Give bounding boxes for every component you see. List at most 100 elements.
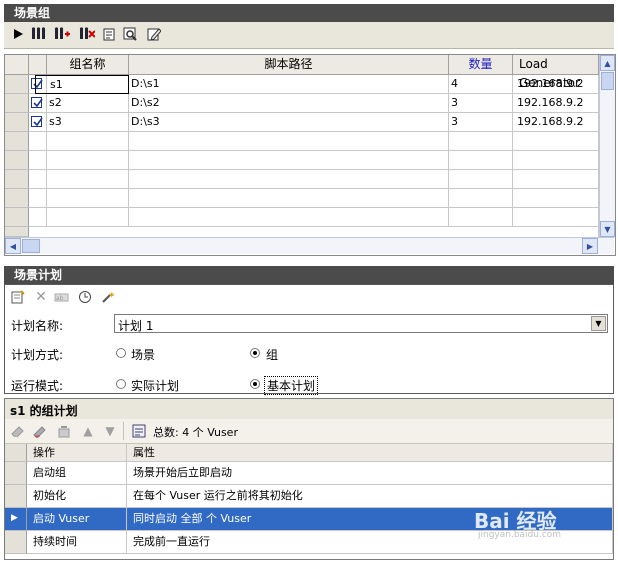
plan-name-value: 计划 1 — [118, 319, 154, 333]
empty-cell — [47, 151, 129, 170]
script-path-cell[interactable]: D:\s3 — [129, 113, 449, 132]
row-pointer-icon: ▶ — [11, 513, 18, 523]
run-mode-basic-label[interactable]: 基本计划 — [264, 376, 319, 395]
delete-action-icon[interactable] — [56, 423, 72, 439]
remove-group-icon[interactable] — [79, 26, 95, 42]
vertical-scrollbar[interactable]: ▲ ▼ — [599, 55, 615, 237]
plan-name-select[interactable]: 计划 1 ▼ — [114, 314, 608, 333]
action-cell[interactable]: 启动组 — [27, 462, 127, 485]
plan-mode-scene-radio[interactable] — [116, 348, 126, 358]
add-group-icon[interactable] — [54, 26, 70, 42]
vuser-count-icon — [131, 423, 147, 439]
col-load-generator[interactable]: Load Generator — [513, 55, 599, 90]
row-header-selected[interactable]: ▶ — [5, 508, 27, 531]
col-group-name[interactable]: 组名称 — [47, 55, 129, 75]
col-script-path[interactable]: 脚本路径 — [129, 55, 449, 75]
scroll-left-icon[interactable]: ◀ — [5, 238, 21, 254]
scenario-groups-toolbar — [4, 22, 614, 49]
row-header — [5, 151, 29, 170]
empty-cell — [513, 170, 599, 189]
col-property[interactable]: 属性 — [127, 444, 613, 462]
empty-cell — [29, 227, 599, 237]
row-header — [5, 170, 29, 189]
move-down-icon[interactable]: ▼ — [102, 423, 118, 439]
row-header[interactable] — [5, 531, 27, 554]
toolbar-divider — [123, 422, 124, 440]
group-schedule-header: s1 的组计划 — [5, 399, 613, 420]
scroll-thumb[interactable] — [601, 72, 614, 90]
schedule-wizard-icon[interactable]: ✶ — [100, 289, 116, 305]
empty-cell — [449, 189, 513, 208]
load-generator-cell[interactable]: 192.168.9.2 — [513, 75, 599, 94]
col-quantity[interactable]: 数量 — [449, 55, 513, 75]
svg-text:✶: ✶ — [108, 291, 116, 301]
scenario-schedule-panel: ✕ ab ✶ 计划名称: 计划 1 ▼ 计划方式: 场景 组 运行模式: 实际计… — [4, 284, 614, 395]
group-name-cell[interactable]: s3 — [35, 113, 129, 132]
group-schedule-title: s1 的组计划 — [10, 404, 78, 418]
quantity-cell[interactable]: 3 — [449, 94, 513, 113]
run-mode-actual-label[interactable]: 实际计划 — [131, 377, 179, 394]
edit-action-icon[interactable] — [32, 423, 48, 439]
chevron-down-icon[interactable]: ▼ — [591, 316, 606, 331]
run-icon[interactable] — [10, 26, 26, 42]
empty-cell — [47, 208, 129, 227]
run-mode-label: 运行模式: — [11, 379, 64, 393]
plan-mode-group-radio[interactable] — [250, 348, 260, 358]
empty-cell — [29, 170, 47, 189]
load-generator-cell[interactable]: 192.168.9.2 — [513, 94, 599, 113]
empty-cell — [449, 132, 513, 151]
action-cell-selected[interactable]: 启动 Vuser — [27, 508, 127, 531]
quantity-cell[interactable]: 4 — [449, 75, 513, 94]
plan-name-label: 计划名称: — [11, 319, 64, 333]
view-script-icon[interactable] — [122, 26, 138, 42]
property-cell[interactable]: 场景开始后立即启动 — [127, 462, 613, 485]
script-path-cell[interactable]: D:\s1 — [129, 75, 449, 94]
empty-cell — [29, 151, 47, 170]
run-mode-basic-radio[interactable] — [250, 379, 260, 389]
scroll-down-icon[interactable]: ▼ — [600, 221, 615, 237]
group-name-cell[interactable]: s1 — [35, 75, 129, 94]
empty-cell — [47, 132, 129, 151]
scroll-thumb[interactable] — [22, 239, 40, 253]
load-generator-cell[interactable]: 192.168.9.2 — [513, 113, 599, 132]
empty-cell — [129, 170, 449, 189]
scroll-right-icon[interactable]: ▶ — [582, 238, 598, 254]
scenario-schedule-title: 场景计划 — [4, 266, 614, 284]
run-mode-actual-radio[interactable] — [116, 379, 126, 389]
move-up-icon[interactable]: ▲ — [80, 423, 96, 439]
action-cell[interactable]: 持续时间 — [27, 531, 127, 554]
add-action-icon[interactable] — [10, 423, 26, 439]
new-schedule-icon[interactable] — [10, 289, 26, 305]
group-name-cell[interactable]: s2 — [35, 94, 129, 113]
empty-cell — [129, 189, 449, 208]
action-cell[interactable]: 初始化 — [27, 485, 127, 508]
grid-corner — [5, 444, 27, 462]
row-header — [5, 189, 29, 208]
empty-cell — [513, 151, 599, 170]
empty-cell — [513, 208, 599, 227]
scenario-groups-title: 场景组 — [4, 4, 614, 22]
empty-cell — [29, 132, 47, 151]
plan-mode-group-label[interactable]: 组 — [266, 346, 278, 363]
row-header[interactable] — [5, 75, 29, 94]
empty-cell — [513, 132, 599, 151]
edit-script-icon[interactable] — [146, 26, 162, 42]
row-header[interactable] — [5, 113, 29, 132]
details-icon[interactable] — [101, 26, 117, 42]
empty-cell — [29, 208, 47, 227]
rename-schedule-icon[interactable]: ab — [54, 289, 70, 305]
empty-cell — [449, 208, 513, 227]
clock-icon[interactable] — [77, 289, 93, 305]
row-header[interactable] — [5, 94, 29, 113]
horizontal-scrollbar[interactable]: ◀ ▶ — [5, 237, 614, 254]
quantity-cell[interactable]: 3 — [449, 113, 513, 132]
col-action[interactable]: 操作 — [27, 444, 127, 462]
row-header[interactable] — [5, 485, 27, 508]
vusers-icon[interactable] — [31, 26, 47, 42]
plan-mode-scene-label[interactable]: 场景 — [131, 346, 155, 363]
row-header[interactable] — [5, 462, 27, 485]
scroll-up-icon[interactable]: ▲ — [600, 55, 615, 71]
script-path-cell[interactable]: D:\s2 — [129, 94, 449, 113]
delete-schedule-icon[interactable]: ✕ — [33, 289, 49, 305]
empty-cell — [29, 189, 47, 208]
